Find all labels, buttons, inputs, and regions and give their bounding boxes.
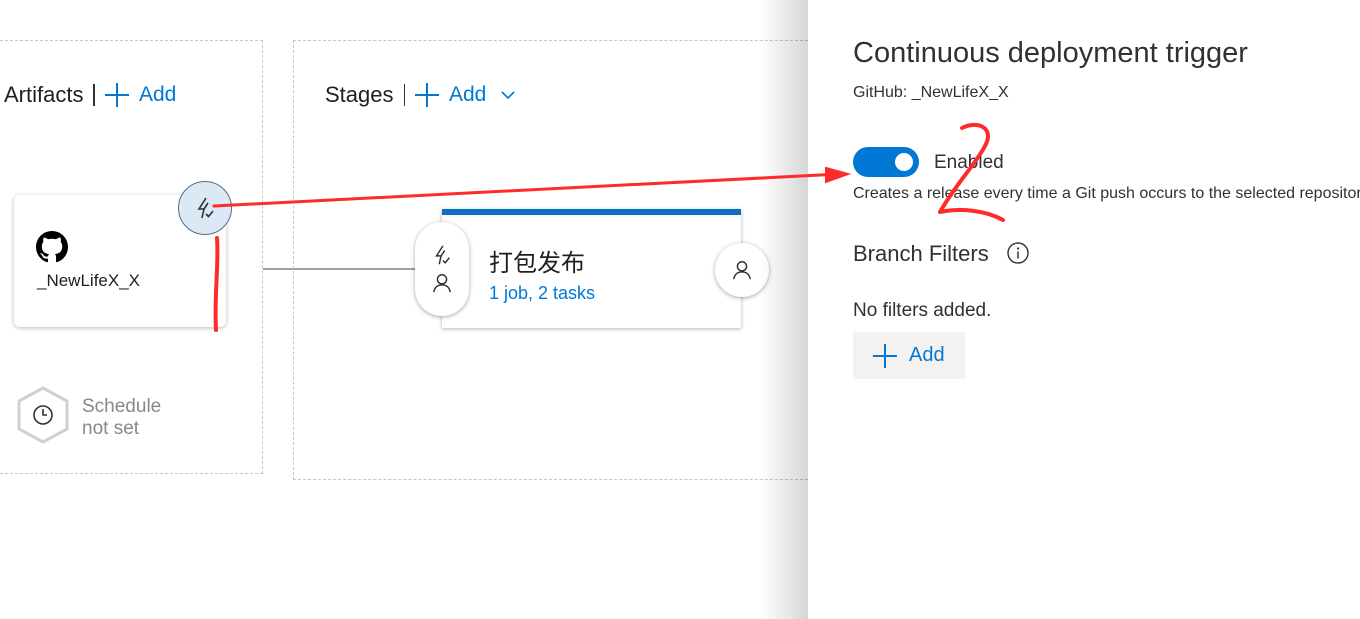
header-separator xyxy=(403,84,405,106)
trigger-settings-panel: Continuous deployment trigger GitHub: _N… xyxy=(808,0,1360,619)
schedule-status: Schedule not set xyxy=(82,396,161,440)
trigger-enabled-toggle[interactable] xyxy=(853,147,919,177)
stage-name: 打包发布 xyxy=(489,250,585,277)
toggle-description: Creates a release every time a Git push … xyxy=(853,185,1360,202)
panel-title: Continuous deployment trigger xyxy=(853,37,1248,69)
plus-icon xyxy=(104,83,129,107)
schedule-line1: Schedule xyxy=(82,396,162,417)
person-icon xyxy=(733,261,751,280)
artifact-name: _NewLifeX_X xyxy=(37,271,141,290)
header-separator xyxy=(93,84,95,106)
stage-card[interactable]: 打包发布 1 job, 2 tasks xyxy=(442,209,741,328)
add-artifact-label: Add xyxy=(138,83,177,106)
artifacts-title: Artifacts xyxy=(4,82,84,107)
toggle-label: Enabled xyxy=(934,152,1004,173)
plus-icon xyxy=(873,343,897,368)
stages-header: Stages Add xyxy=(325,82,516,108)
add-branch-filter-button[interactable]: Add xyxy=(853,332,965,379)
panel-subtitle: GitHub: _NewLifeX_X xyxy=(853,84,1009,101)
add-stage-button[interactable]: Add xyxy=(415,83,516,107)
stage-tasks-link[interactable]: 1 job, 2 tasks xyxy=(489,283,595,304)
github-icon xyxy=(36,231,68,263)
lightning-icon xyxy=(435,245,450,265)
artifacts-header: Artifacts Add xyxy=(4,82,176,108)
add-artifact-button[interactable]: Add xyxy=(104,83,177,107)
pre-deployment-conditions[interactable] xyxy=(415,222,469,316)
stages-title: Stages xyxy=(325,82,394,107)
no-filters-text: No filters added. xyxy=(853,300,992,321)
branch-filters-title: Branch Filters xyxy=(853,241,989,266)
add-stage-label: Add xyxy=(449,83,487,106)
continuous-deployment-trigger-button[interactable] xyxy=(178,181,232,235)
chevron-down-icon[interactable] xyxy=(500,87,516,103)
release-pipeline-canvas: Artifacts Add _NewLifeX_X Schedule not s… xyxy=(0,0,1360,619)
person-icon xyxy=(433,274,451,293)
info-icon[interactable] xyxy=(1006,241,1030,265)
toggle-knob xyxy=(895,153,913,171)
schedule-icon[interactable] xyxy=(16,386,70,444)
lightning-icon xyxy=(197,197,214,219)
schedule-line2: not set xyxy=(82,418,140,439)
add-branch-filter-label: Add xyxy=(909,344,945,366)
panel-shadow xyxy=(760,0,808,619)
plus-icon xyxy=(415,83,439,107)
